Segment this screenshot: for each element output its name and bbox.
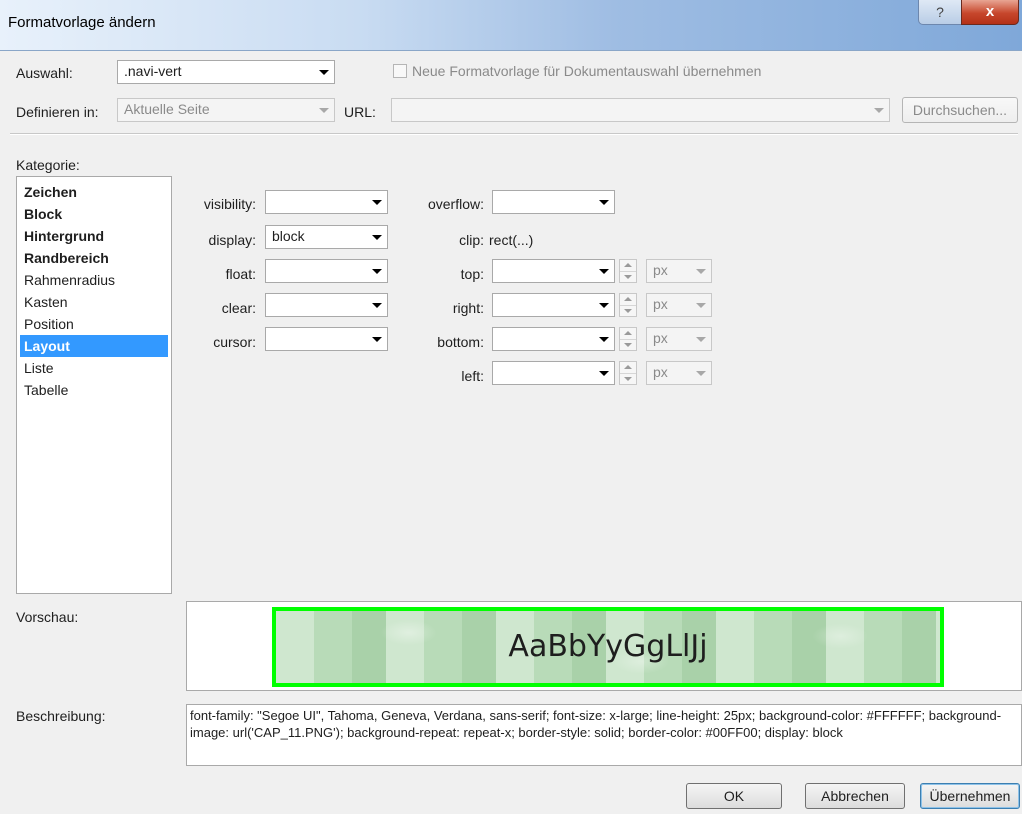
- category-item-randbereich[interactable]: Randbereich: [20, 247, 168, 269]
- spin-up-icon[interactable]: [620, 294, 636, 306]
- right-spinner[interactable]: [619, 293, 637, 317]
- top-unit-select[interactable]: px: [646, 259, 712, 283]
- definieren-value: Aktuelle Seite: [124, 101, 210, 117]
- clip-label: clip:: [459, 232, 484, 248]
- chevron-down-icon: [696, 337, 706, 342]
- top-unit-value: px: [653, 262, 668, 278]
- chevron-down-icon: [319, 108, 329, 113]
- chevron-down-icon: [599, 303, 609, 308]
- bottom-spinner[interactable]: [619, 327, 637, 351]
- right-unit-select[interactable]: px: [646, 293, 712, 317]
- bottom-label: bottom:: [437, 334, 484, 350]
- definieren-select[interactable]: Aktuelle Seite: [117, 98, 335, 122]
- spin-up-icon[interactable]: [620, 362, 636, 374]
- chevron-down-icon: [372, 200, 382, 205]
- clip-value: rect(...): [489, 232, 534, 248]
- new-style-checkbox[interactable]: [393, 64, 407, 78]
- spin-up-icon[interactable]: [620, 260, 636, 272]
- left-label: left:: [461, 368, 484, 384]
- top-select[interactable]: [492, 259, 615, 283]
- browse-button[interactable]: Durchsuchen...: [902, 97, 1018, 123]
- bottom-select[interactable]: [492, 327, 615, 351]
- left-unit-select[interactable]: px: [646, 361, 712, 385]
- description-label: Beschreibung:: [16, 708, 106, 724]
- right-label: right:: [452, 300, 484, 316]
- chevron-down-icon: [874, 108, 884, 113]
- display-value: block: [272, 228, 305, 244]
- clear-label: clear:: [221, 300, 256, 316]
- apply-button[interactable]: Übernehmen: [920, 783, 1020, 809]
- spin-down-icon[interactable]: [620, 272, 636, 283]
- display-label: display:: [208, 232, 256, 248]
- spin-down-icon[interactable]: [620, 306, 636, 317]
- visibility-label: visibility:: [203, 196, 256, 212]
- chevron-down-icon: [696, 371, 706, 376]
- new-style-checkbox-label: Neue Formatvorlage für Dokumentauswahl ü…: [412, 63, 762, 79]
- category-list[interactable]: Zeichen Block Hintergrund Randbereich Ra…: [16, 176, 172, 594]
- spin-up-icon[interactable]: [620, 328, 636, 340]
- overflow-label: overflow:: [427, 196, 484, 212]
- display-select[interactable]: block: [265, 225, 388, 249]
- chevron-down-icon: [372, 235, 382, 240]
- category-item-block[interactable]: Block: [20, 203, 168, 225]
- spin-down-icon[interactable]: [620, 374, 636, 385]
- definieren-label: Definieren in:: [16, 104, 99, 120]
- chevron-down-icon: [696, 269, 706, 274]
- chevron-down-icon: [696, 303, 706, 308]
- float-label: float:: [225, 266, 256, 282]
- preview-sample-text: AaBbYyGgLlJj: [508, 629, 708, 664]
- category-item-zeichen[interactable]: Zeichen: [20, 181, 168, 203]
- chevron-down-icon: [372, 337, 382, 342]
- bottom-unit-value: px: [653, 330, 668, 346]
- url-label: URL:: [344, 104, 376, 120]
- left-unit-value: px: [653, 364, 668, 380]
- window-title: Formatvorlage ändern: [8, 14, 156, 31]
- auswahl-label: Auswahl:: [16, 65, 73, 81]
- cursor-label: cursor:: [213, 334, 256, 350]
- left-select[interactable]: [492, 361, 615, 385]
- description-text: font-family: "Segoe UI", Tahoma, Geneva,…: [186, 704, 1022, 766]
- chevron-down-icon: [599, 269, 609, 274]
- float-select[interactable]: [265, 259, 388, 283]
- auswahl-value: .navi-vert: [124, 63, 182, 79]
- right-unit-value: px: [653, 296, 668, 312]
- chevron-down-icon: [599, 200, 609, 205]
- bottom-unit-select[interactable]: px: [646, 327, 712, 351]
- spin-down-icon[interactable]: [620, 340, 636, 351]
- chevron-down-icon: [599, 371, 609, 376]
- ok-button[interactable]: OK: [686, 783, 782, 809]
- top-spinner[interactable]: [619, 259, 637, 283]
- url-input[interactable]: [391, 98, 890, 122]
- help-button[interactable]: ?: [918, 0, 962, 25]
- separator: [10, 133, 1018, 135]
- chevron-down-icon: [319, 70, 329, 75]
- category-label: Kategorie:: [16, 157, 80, 173]
- auswahl-select[interactable]: .navi-vert: [117, 60, 335, 84]
- category-item-rahmenradius[interactable]: Rahmenradius: [20, 269, 168, 291]
- cancel-button[interactable]: Abbrechen: [805, 783, 905, 809]
- chevron-down-icon: [599, 337, 609, 342]
- category-item-kasten[interactable]: Kasten: [20, 291, 168, 313]
- close-button[interactable]: x: [961, 0, 1019, 25]
- category-item-hintergrund[interactable]: Hintergrund: [20, 225, 168, 247]
- category-item-tabelle[interactable]: Tabelle: [20, 379, 168, 401]
- visibility-select[interactable]: [265, 190, 388, 214]
- chevron-down-icon: [372, 303, 382, 308]
- overflow-select[interactable]: [492, 190, 615, 214]
- left-spinner[interactable]: [619, 361, 637, 385]
- right-select[interactable]: [492, 293, 615, 317]
- chevron-down-icon: [372, 269, 382, 274]
- category-item-liste[interactable]: Liste: [20, 357, 168, 379]
- category-item-layout[interactable]: Layout: [20, 335, 168, 357]
- cursor-select[interactable]: [265, 327, 388, 351]
- top-label: top:: [460, 266, 484, 282]
- clear-select[interactable]: [265, 293, 388, 317]
- category-item-position[interactable]: Position: [20, 313, 168, 335]
- preview-label: Vorschau:: [16, 609, 79, 625]
